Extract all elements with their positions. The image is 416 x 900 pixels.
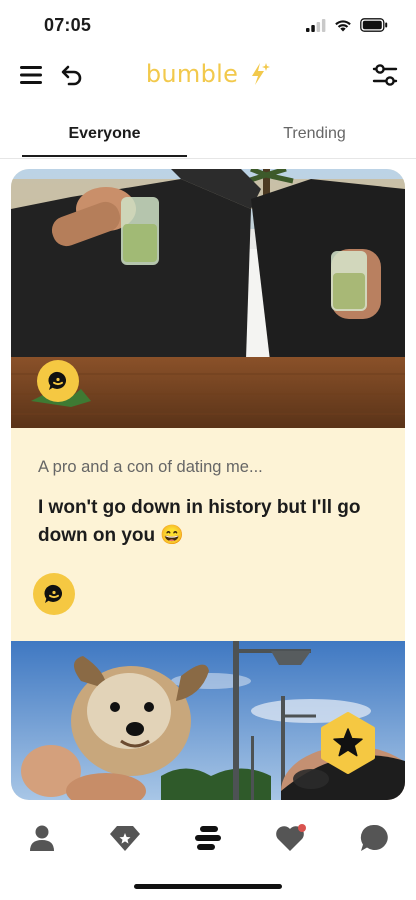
comment-icon — [44, 584, 63, 603]
comment-prompt-button[interactable] — [33, 573, 75, 615]
filter-button[interactable] — [370, 60, 400, 90]
prompt-question: A pro and a con of dating me... — [38, 458, 263, 476]
likes-icon — [276, 824, 306, 851]
status-time: 07:05 — [44, 15, 92, 35]
nav-premium[interactable] — [107, 820, 143, 856]
battery-icon — [360, 18, 388, 37]
comment-icon — [48, 371, 67, 390]
profile-card[interactable]: A pro and a con of dating me... I won't … — [11, 169, 405, 800]
bolt-sparkle-icon — [252, 63, 271, 85]
feed-tabs: Everyone Trending — [0, 112, 416, 159]
feed-icon — [195, 826, 221, 850]
nav-feed[interactable] — [190, 820, 226, 856]
diamond-icon — [110, 826, 140, 851]
nav-profile[interactable] — [24, 820, 60, 856]
wifi-icon — [334, 19, 352, 37]
tab-everyone[interactable]: Everyone — [22, 112, 187, 157]
nav-chat[interactable] — [356, 820, 392, 856]
status-bar: 07:05 — [0, 0, 416, 52]
notification-dot — [298, 824, 306, 832]
screen: 07:05 bumble Everyone Trending A pro and… — [0, 0, 416, 900]
filter-sliders-icon — [372, 64, 398, 86]
profile-icon — [30, 825, 54, 851]
logo-text: bumble — [145, 60, 239, 88]
tab-trending[interactable]: Trending — [232, 112, 397, 156]
bumble-logo: bumble — [0, 59, 416, 88]
chat-icon — [360, 824, 388, 851]
superswipe-button[interactable] — [317, 712, 379, 774]
nav-likes[interactable] — [273, 820, 309, 856]
bottom-nav — [0, 812, 416, 864]
status-icons — [306, 18, 388, 37]
prompt-answer: I won't go down in history but I'll go d… — [38, 497, 361, 546]
top-header: bumble — [0, 52, 416, 98]
home-indicator — [134, 884, 282, 889]
prompt-section: A pro and a con of dating me... I won't … — [11, 428, 405, 641]
comment-photo-button[interactable] — [37, 360, 79, 402]
signal-icon — [306, 18, 326, 37]
